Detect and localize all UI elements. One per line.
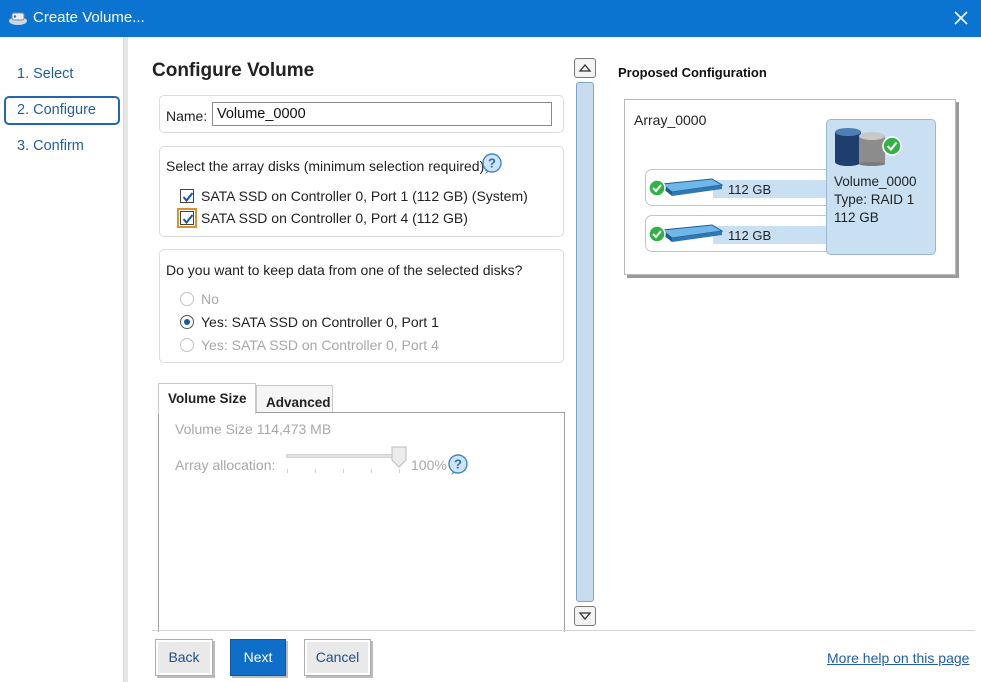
step-select[interactable]: 1. Select bbox=[4, 60, 120, 89]
svg-text:?: ? bbox=[454, 457, 462, 472]
sidebar-divider bbox=[124, 37, 128, 682]
disk-port4-checkbox[interactable] bbox=[177, 208, 197, 228]
keep-data-no-label: No bbox=[201, 291, 219, 307]
chevron-up-icon bbox=[578, 63, 592, 72]
name-group: Name: bbox=[159, 95, 564, 133]
volume-size: 112 GB bbox=[834, 210, 879, 225]
array-allocation-slider[interactable] bbox=[286, 454, 400, 458]
array-allocation-value: 100% bbox=[411, 457, 447, 473]
disk-port4-label: SATA SSD on Controller 0, Port 4 (112 GB… bbox=[201, 210, 468, 226]
cancel-button[interactable]: Cancel bbox=[304, 639, 371, 676]
disk-2-size: 112 GB bbox=[728, 228, 772, 243]
close-icon[interactable] bbox=[950, 7, 972, 29]
volume-name-input[interactable] bbox=[212, 102, 552, 126]
keep-data-port1-radio[interactable] bbox=[180, 315, 194, 329]
chevron-down-icon bbox=[578, 612, 592, 621]
disks-prompt: Select the array disks (minimum selectio… bbox=[166, 158, 489, 174]
more-help-link[interactable]: More help on this page bbox=[827, 650, 969, 666]
array-disks-group: Select the array disks (minimum selectio… bbox=[159, 146, 564, 237]
volume-name: Volume_0000 bbox=[834, 174, 917, 189]
tab-volume-size[interactable]: Volume Size bbox=[158, 383, 256, 414]
check-icon bbox=[182, 192, 194, 203]
next-button[interactable]: Next bbox=[230, 639, 286, 676]
volume-size-panel bbox=[158, 412, 565, 632]
keep-data-port4-radio[interactable] bbox=[180, 338, 194, 352]
disk-port1-label: SATA SSD on Controller 0, Port 1 (112 GB… bbox=[201, 188, 528, 204]
keep-data-prompt: Do you want to keep data from one of the… bbox=[166, 262, 523, 278]
ssd-drive-icon bbox=[648, 178, 724, 197]
step-confirm[interactable]: 3. Confirm bbox=[4, 132, 120, 161]
scroll-thumb[interactable] bbox=[576, 82, 594, 602]
proposed-configuration-title: Proposed Configuration bbox=[618, 65, 767, 80]
keep-data-port4-label: Yes: SATA SSD on Controller 0, Port 4 bbox=[201, 337, 439, 353]
back-button[interactable]: Back bbox=[155, 639, 213, 676]
window-title: Create Volume... bbox=[33, 9, 145, 26]
array-name: Array_0000 bbox=[634, 112, 707, 128]
footer-divider bbox=[152, 630, 975, 631]
step-configure[interactable]: 2. Configure bbox=[4, 96, 120, 125]
volume-type: Type: RAID 1 bbox=[834, 192, 915, 207]
title-bar: Create Volume... bbox=[0, 0, 981, 37]
svg-text:?: ? bbox=[488, 156, 496, 171]
slider-thumb[interactable] bbox=[391, 446, 407, 468]
disk-port1-checkbox[interactable] bbox=[180, 189, 194, 203]
ssd-drive-icon bbox=[648, 224, 724, 243]
slider-tick bbox=[399, 469, 400, 473]
app-disk-icon bbox=[9, 12, 27, 25]
slider-tick bbox=[371, 469, 372, 473]
keep-data-no-radio[interactable] bbox=[180, 292, 194, 306]
tab-advanced[interactable]: Advanced bbox=[256, 385, 333, 415]
keep-data-port1-label: Yes: SATA SSD on Controller 0, Port 1 bbox=[201, 314, 439, 330]
check-icon bbox=[182, 214, 194, 225]
help-icon[interactable]: ? bbox=[447, 454, 469, 476]
disk-1-size: 112 GB bbox=[728, 182, 772, 197]
page-title: Configure Volume bbox=[152, 60, 315, 81]
slider-tick bbox=[343, 469, 344, 473]
vertical-scrollbar[interactable] bbox=[574, 58, 596, 628]
scroll-up-button[interactable] bbox=[574, 58, 596, 78]
keep-data-group: Do you want to keep data from one of the… bbox=[159, 249, 564, 363]
scroll-down-button[interactable] bbox=[574, 606, 596, 626]
raid-volume-icon bbox=[835, 128, 902, 166]
volume-size-text: Volume Size 114,473 MB bbox=[175, 421, 332, 437]
slider-tick bbox=[287, 469, 288, 473]
name-label: Name: bbox=[166, 108, 208, 124]
array-allocation-label: Array allocation: bbox=[175, 457, 276, 473]
slider-tick bbox=[315, 469, 316, 473]
help-icon[interactable]: ? bbox=[481, 153, 503, 175]
